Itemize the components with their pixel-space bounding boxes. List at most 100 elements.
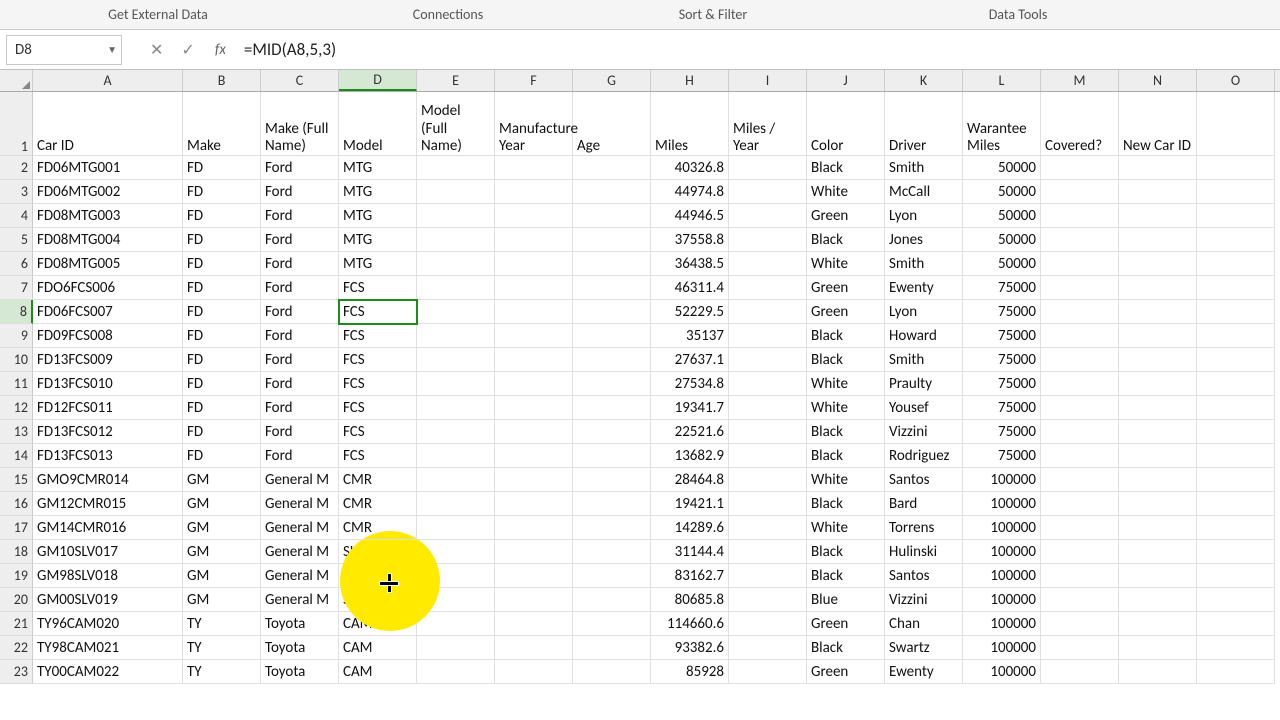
- cell[interactable]: GM98SLV018: [33, 564, 183, 588]
- cell[interactable]: [729, 180, 807, 204]
- col-header-F[interactable]: F: [495, 70, 573, 91]
- cell[interactable]: White: [807, 372, 885, 396]
- cell[interactable]: Lyon: [885, 300, 963, 324]
- row-header-18[interactable]: 18: [0, 540, 33, 564]
- row-header-2[interactable]: 2: [0, 156, 33, 180]
- cell[interactable]: 50000: [963, 228, 1041, 252]
- cell[interactable]: [729, 204, 807, 228]
- cell[interactable]: GM: [183, 564, 261, 588]
- cell[interactable]: [729, 492, 807, 516]
- cell[interactable]: Rodriguez: [885, 444, 963, 468]
- cell[interactable]: [417, 180, 495, 204]
- col-header-D[interactable]: D: [339, 70, 417, 91]
- row-header-20[interactable]: 20: [0, 588, 33, 612]
- cell[interactable]: Ford: [261, 444, 339, 468]
- cell[interactable]: 19421.1: [651, 492, 729, 516]
- cell[interactable]: [1119, 276, 1197, 300]
- cell[interactable]: McCall: [885, 180, 963, 204]
- cell[interactable]: [1197, 252, 1275, 276]
- cell[interactable]: [495, 300, 573, 324]
- cell[interactable]: Toyota: [261, 660, 339, 684]
- cell[interactable]: 14289.6: [651, 516, 729, 540]
- cell[interactable]: 75000: [963, 276, 1041, 300]
- cell[interactable]: Ford: [261, 180, 339, 204]
- cell[interactable]: Smith: [885, 348, 963, 372]
- cell[interactable]: FD12FCS011: [33, 396, 183, 420]
- cell[interactable]: 35137: [651, 324, 729, 348]
- cell[interactable]: [729, 660, 807, 684]
- cell[interactable]: General M: [261, 564, 339, 588]
- cell[interactable]: [1041, 348, 1119, 372]
- cell[interactable]: MTG: [339, 228, 417, 252]
- cell[interactable]: [495, 228, 573, 252]
- row-header-12[interactable]: 12: [0, 396, 33, 420]
- cell[interactable]: [573, 588, 651, 612]
- cell[interactable]: [417, 204, 495, 228]
- cell[interactable]: [1041, 420, 1119, 444]
- cell[interactable]: Ford: [261, 324, 339, 348]
- cell[interactable]: MTG: [339, 180, 417, 204]
- header-cell[interactable]: Car ID: [33, 92, 183, 156]
- cell[interactable]: [1197, 540, 1275, 564]
- cell[interactable]: FD: [183, 252, 261, 276]
- cell[interactable]: 27534.8: [651, 372, 729, 396]
- cell[interactable]: Bard: [885, 492, 963, 516]
- cell[interactable]: [1119, 396, 1197, 420]
- cell[interactable]: [417, 660, 495, 684]
- cell[interactable]: GM: [183, 516, 261, 540]
- header-cell[interactable]: Model: [339, 92, 417, 156]
- cell[interactable]: [417, 444, 495, 468]
- cell[interactable]: [729, 468, 807, 492]
- cell[interactable]: GM: [183, 468, 261, 492]
- cell[interactable]: [729, 252, 807, 276]
- cell[interactable]: Black: [807, 324, 885, 348]
- cell[interactable]: [1119, 492, 1197, 516]
- row-header-10[interactable]: 10: [0, 348, 33, 372]
- cell[interactable]: [1197, 420, 1275, 444]
- cell[interactable]: FD: [183, 444, 261, 468]
- cell[interactable]: [417, 276, 495, 300]
- cell[interactable]: CAM: [339, 636, 417, 660]
- cell[interactable]: 37558.8: [651, 228, 729, 252]
- cell[interactable]: [573, 276, 651, 300]
- cell[interactable]: [1197, 324, 1275, 348]
- cell[interactable]: Chan: [885, 612, 963, 636]
- cell[interactable]: SLV: [339, 588, 417, 612]
- cell[interactable]: General M: [261, 468, 339, 492]
- cell[interactable]: [573, 636, 651, 660]
- cell[interactable]: Black: [807, 420, 885, 444]
- cell[interactable]: 75000: [963, 372, 1041, 396]
- cell[interactable]: FD13FCS009: [33, 348, 183, 372]
- col-header-E[interactable]: E: [417, 70, 495, 91]
- header-cell[interactable]: Driver: [885, 92, 963, 156]
- cell[interactable]: [1119, 228, 1197, 252]
- cell[interactable]: [573, 180, 651, 204]
- cell[interactable]: Black: [807, 564, 885, 588]
- cell[interactable]: [495, 588, 573, 612]
- header-cell[interactable]: Miles / Year: [729, 92, 807, 156]
- cell[interactable]: Praulty: [885, 372, 963, 396]
- cell[interactable]: [573, 492, 651, 516]
- cell[interactable]: 46311.4: [651, 276, 729, 300]
- header-cell[interactable]: Model (Full Name): [417, 92, 495, 156]
- cell[interactable]: FD: [183, 204, 261, 228]
- cell[interactable]: TY: [183, 612, 261, 636]
- cell[interactable]: [1119, 468, 1197, 492]
- cell[interactable]: [573, 228, 651, 252]
- cell[interactable]: 22521.6: [651, 420, 729, 444]
- cell[interactable]: [729, 516, 807, 540]
- cell[interactable]: White: [807, 516, 885, 540]
- cell[interactable]: [495, 420, 573, 444]
- cell[interactable]: 19341.7: [651, 396, 729, 420]
- row-header-5[interactable]: 5: [0, 228, 33, 252]
- cell[interactable]: 75000: [963, 324, 1041, 348]
- cell[interactable]: 50000: [963, 156, 1041, 180]
- cell[interactable]: [495, 444, 573, 468]
- cell[interactable]: FD: [183, 300, 261, 324]
- cell[interactable]: FD: [183, 276, 261, 300]
- cell[interactable]: Green: [807, 612, 885, 636]
- cell[interactable]: FD08MTG003: [33, 204, 183, 228]
- cell[interactable]: [1119, 324, 1197, 348]
- cell[interactable]: Vizzini: [885, 420, 963, 444]
- cell[interactable]: [1197, 468, 1275, 492]
